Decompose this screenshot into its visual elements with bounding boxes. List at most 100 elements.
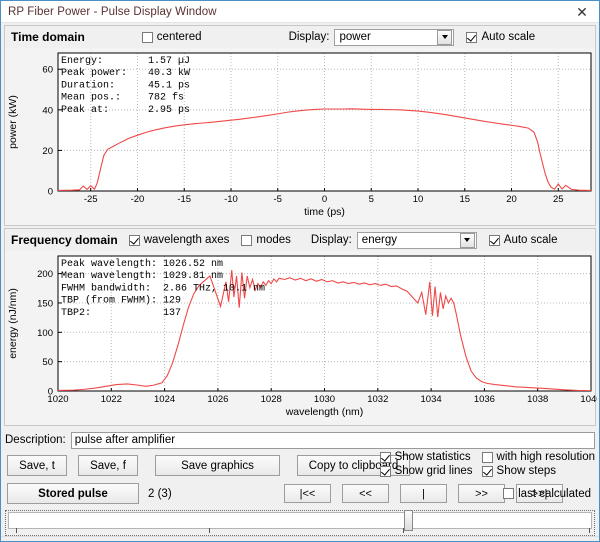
freq-autoscale-checkbox[interactable]: Auto scale (489, 234, 558, 246)
pulse-display-window: RP Fiber Power - Pulse Display Window ✕ … (0, 0, 600, 542)
save-t-button[interactable]: Save, t (7, 455, 67, 476)
description-input[interactable]: pulse after amplifier (71, 432, 595, 449)
svg-text:2.86 THz, 10.1 nm: 2.86 THz, 10.1 nm (163, 283, 265, 294)
svg-text:1028: 1028 (261, 394, 282, 405)
svg-text:2.95 ps: 2.95 ps (148, 105, 190, 116)
svg-text:1026: 1026 (207, 394, 228, 405)
svg-text:time (ps): time (ps) (304, 206, 345, 218)
trackbar-thumb[interactable] (404, 510, 413, 531)
svg-text:40.3 kW: 40.3 kW (148, 67, 190, 79)
svg-text:Energy:: Energy: (61, 56, 103, 67)
svg-text:15: 15 (459, 194, 470, 205)
nav-first-button[interactable]: |<< (284, 484, 331, 503)
show-statistics-checkbox[interactable]: Show statistics (380, 451, 473, 463)
time-display-label: Display: (289, 31, 330, 43)
svg-text:5: 5 (369, 194, 374, 205)
frequency-domain-header: Frequency domain wavelength axes modes D… (5, 229, 595, 251)
nav-mark-button[interactable]: | (400, 484, 447, 503)
time-display-select[interactable]: power (334, 29, 454, 46)
nav-prev-button[interactable]: << (342, 484, 389, 503)
show-steps-checkbox[interactable]: Show steps (482, 465, 595, 477)
freq-autoscale-box (489, 235, 500, 246)
svg-text:1034: 1034 (421, 394, 442, 405)
show-statistics-box (380, 452, 391, 463)
show-grid-lines-label: Show grid lines (395, 465, 473, 477)
high-resolution-checkbox[interactable]: with high resolution (482, 451, 595, 463)
nav-next-button[interactable]: >> (458, 484, 505, 503)
svg-text:45.1 ps: 45.1 ps (148, 80, 190, 91)
svg-text:-5: -5 (274, 194, 282, 205)
svg-text:1029.81 nm: 1029.81 nm (163, 271, 223, 282)
last-calculated-label: last calculated (518, 488, 591, 500)
save-graphics-button[interactable]: Save graphics (155, 455, 280, 476)
svg-text:-20: -20 (131, 194, 145, 205)
centered-label: centered (157, 31, 202, 43)
freq-display-select[interactable]: energy (357, 232, 477, 249)
trackbar-groove (8, 512, 592, 529)
svg-text:150: 150 (37, 298, 53, 309)
chevron-down-icon[interactable] (460, 233, 475, 248)
time-domain-plot[interactable]: -25-20-15-10-505101520250204060time (ps)… (5, 48, 595, 225)
trackbar-tick (209, 528, 210, 533)
wavelength-axes-label: wavelength axes (144, 234, 230, 246)
centered-checkbox[interactable]: centered (142, 31, 202, 43)
svg-text:FWHM bandwidth:: FWHM bandwidth: (61, 282, 151, 294)
time-autoscale-checkbox[interactable]: Auto scale (466, 31, 535, 43)
svg-text:1.57 µJ: 1.57 µJ (148, 56, 190, 67)
close-icon[interactable]: ✕ (565, 1, 599, 22)
svg-text:137: 137 (163, 308, 181, 319)
svg-text:1036: 1036 (474, 394, 495, 405)
modes-label: modes (256, 234, 291, 246)
show-grid-lines-checkbox[interactable]: Show grid lines (380, 465, 473, 477)
modes-checkbox[interactable]: modes (241, 234, 291, 246)
svg-text:Peak power:: Peak power: (61, 67, 127, 79)
time-autoscale-box (466, 32, 477, 43)
wavelength-axes-checkbox[interactable]: wavelength axes (129, 234, 230, 246)
svg-text:TBP (from FWHM):: TBP (from FWHM): (61, 295, 157, 307)
svg-text:energy (nJ/nm): energy (nJ/nm) (7, 288, 19, 359)
svg-text:20: 20 (42, 146, 53, 157)
action-button-row: Save, t Save, f Save graphics Copy to cl… (7, 455, 595, 476)
frequency-domain-panel: Frequency domain wavelength axes modes D… (4, 228, 596, 426)
title-bar: RP Fiber Power - Pulse Display Window ✕ (1, 1, 599, 23)
display-options-group: Show statistics with high resolution Sho… (380, 451, 595, 477)
svg-text:782 fs: 782 fs (148, 92, 184, 104)
pulse-trackbar[interactable] (5, 510, 595, 536)
window-title: RP Fiber Power - Pulse Display Window (1, 6, 217, 18)
svg-text:1030: 1030 (314, 394, 335, 405)
time-domain-header: Time domain centered Display: power Auto… (5, 26, 595, 48)
last-calculated-checkbox[interactable]: last calculated (503, 488, 591, 500)
navigation-row: Stored pulse 2 (3) |<< << | >> >>| last … (7, 483, 595, 504)
chevron-down-icon[interactable] (437, 30, 452, 45)
svg-text:1024: 1024 (154, 394, 175, 405)
svg-text:0: 0 (322, 194, 327, 205)
svg-text:Peak at:: Peak at: (61, 104, 109, 116)
time-domain-panel: Time domain centered Display: power Auto… (4, 25, 596, 226)
frequency-domain-label: Frequency domain (11, 233, 118, 247)
svg-text:power (kW): power (kW) (7, 95, 19, 149)
stored-pulse-button[interactable]: Stored pulse (7, 483, 139, 504)
time-display-value: power (335, 31, 437, 43)
freq-display-value: energy (358, 234, 460, 246)
trackbar-tick (403, 528, 404, 533)
time-domain-label: Time domain (11, 30, 85, 44)
svg-text:0: 0 (48, 387, 53, 398)
high-resolution-box (482, 452, 493, 463)
show-steps-label: Show steps (497, 465, 556, 477)
wavelength-axes-box (129, 235, 140, 246)
description-label: Description: (5, 434, 66, 446)
frequency-domain-svg: 1020102210241026102810301032103410361038… (5, 251, 597, 425)
trackbar-tick (589, 528, 590, 533)
svg-text:25: 25 (553, 194, 564, 205)
svg-text:50: 50 (42, 357, 53, 368)
high-resolution-label: with high resolution (497, 451, 595, 463)
svg-text:Mean pos.:: Mean pos.: (61, 93, 121, 104)
svg-text:-25: -25 (84, 194, 98, 205)
status-bar (1, 536, 599, 541)
centered-checkbox-box (142, 32, 153, 43)
save-f-button[interactable]: Save, f (78, 455, 138, 476)
svg-text:TBP2:: TBP2: (61, 308, 91, 319)
svg-text:60: 60 (42, 65, 53, 76)
svg-text:1022: 1022 (101, 394, 122, 405)
frequency-domain-plot[interactable]: 1020102210241026102810301032103410361038… (5, 251, 595, 425)
